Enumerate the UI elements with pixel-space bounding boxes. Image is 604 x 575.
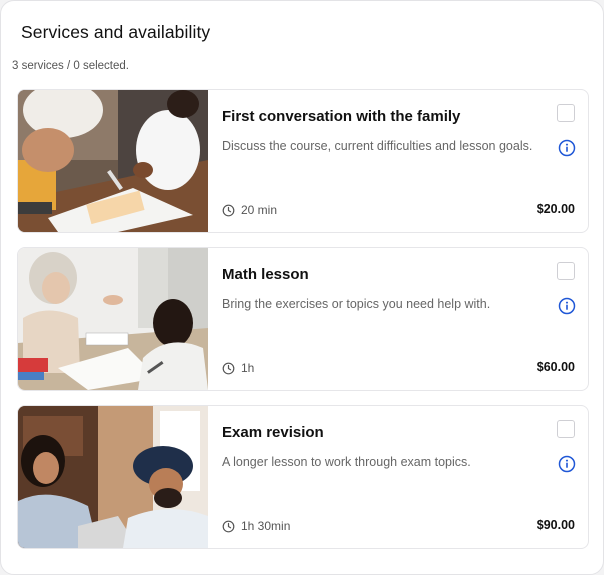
service-name: Exam revision (222, 424, 324, 441)
service-description: Bring the exercises or topics you need h… (222, 297, 491, 311)
select-checkbox[interactable] (557, 262, 575, 280)
page-title: Services and availability (21, 22, 211, 42)
service-name: First conversation with the family (222, 108, 461, 125)
info-icon[interactable] (558, 297, 576, 315)
select-checkbox[interactable] (557, 420, 575, 438)
service-description: A longer lesson to work through exam top… (222, 455, 471, 469)
info-icon[interactable] (558, 139, 576, 157)
duration-text: 1h (241, 361, 255, 375)
service-photo (18, 90, 208, 232)
service-description: Discuss the course, current difficulties… (222, 139, 533, 153)
service-card[interactable]: Math lesson Bring the exercises or topic… (17, 247, 589, 391)
service-price: $20.00 (536, 202, 575, 216)
clock-icon (222, 520, 235, 532)
service-duration: 1h (222, 360, 254, 376)
duration-text: 1h 30min (241, 519, 291, 533)
service-card[interactable]: Exam revision A longer lesson to work th… (17, 405, 589, 549)
select-checkbox[interactable] (557, 104, 575, 122)
service-photo (18, 406, 208, 548)
service-duration: 1h 30min (222, 518, 290, 534)
service-photo (18, 248, 208, 390)
selection-summary: 3 services / 0 selected. (12, 60, 129, 72)
service-duration: 20 min (222, 202, 277, 218)
info-icon[interactable] (558, 455, 576, 473)
service-name: Math lesson (222, 266, 309, 283)
duration-text: 20 min (241, 203, 278, 217)
service-card[interactable]: First conversation with the family Discu… (17, 89, 589, 233)
services-panel: Services and availability 3 services / 0… (0, 0, 604, 575)
clock-icon (222, 362, 235, 374)
service-price: $60.00 (536, 360, 575, 374)
service-price: $90.00 (536, 518, 575, 532)
clock-icon (222, 204, 235, 216)
